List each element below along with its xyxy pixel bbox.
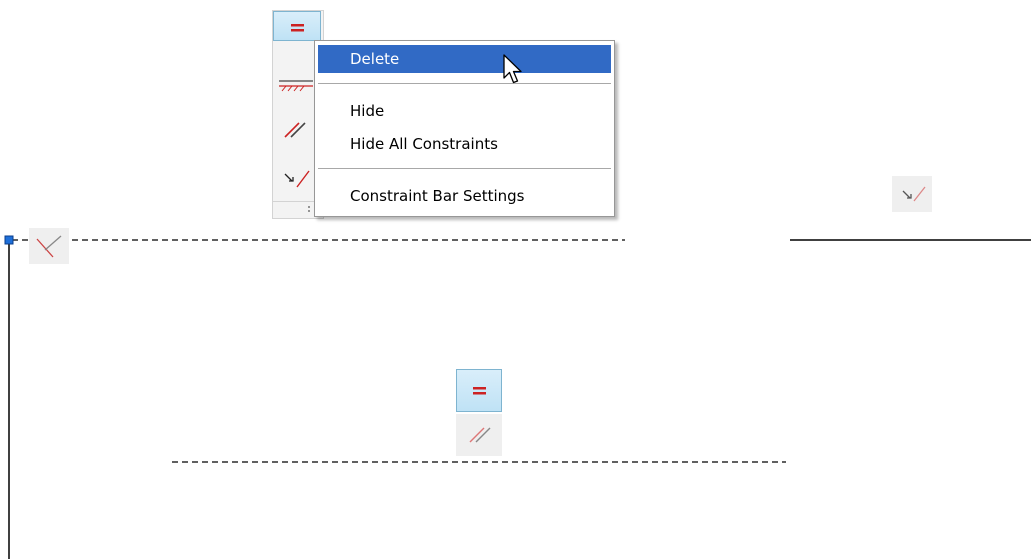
pointer-cursor-icon xyxy=(503,54,522,84)
equal-icon xyxy=(291,24,304,32)
equal-icon xyxy=(473,387,486,395)
context-menu: Delete Hide Hide All Constraints Constra… xyxy=(314,40,615,217)
menu-separator xyxy=(318,83,611,85)
middle-constraint-bar xyxy=(456,369,502,459)
parallel-button-middle[interactable] xyxy=(456,414,502,456)
equal-button-middle[interactable] xyxy=(456,369,502,412)
menu-item-hide[interactable]: Hide xyxy=(318,97,611,125)
menu-item-delete[interactable]: Delete xyxy=(318,45,611,73)
coincident-glyph[interactable] xyxy=(892,176,932,212)
perpendicular-icon xyxy=(36,235,62,258)
perpendicular-glyph[interactable] xyxy=(29,228,69,264)
selection-grip[interactable] xyxy=(4,235,14,245)
coincident-icon xyxy=(902,186,926,202)
menu-item-constraint-bar-settings[interactable]: Constraint Bar Settings xyxy=(318,182,611,210)
menu-separator xyxy=(318,168,611,170)
menu-item-hide-all-constraints[interactable]: Hide All Constraints xyxy=(318,130,611,158)
equal-button[interactable] xyxy=(273,11,321,41)
parallel-icon xyxy=(469,427,491,443)
